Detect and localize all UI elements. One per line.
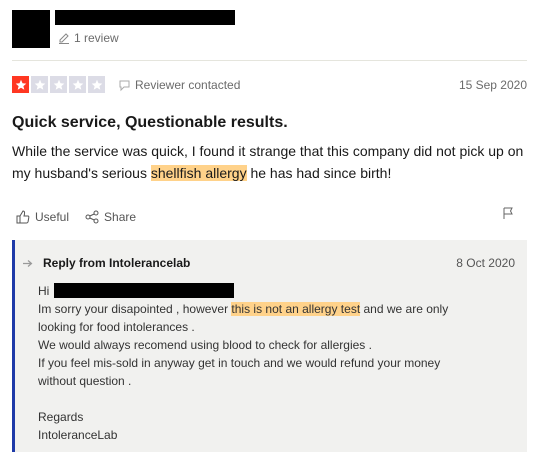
reply-line: without question . bbox=[38, 374, 132, 388]
reply-text: Im sorry your disapointed , however bbox=[38, 302, 232, 316]
star-icon bbox=[50, 76, 67, 93]
review-title: Quick service, Questionable results. bbox=[12, 114, 288, 131]
reply-greeting-line: Hi bbox=[38, 282, 518, 300]
star-icon bbox=[69, 76, 86, 93]
star-rating bbox=[12, 76, 105, 93]
reply-line: looking for food intolerances . bbox=[38, 320, 195, 334]
reply-date: 8 Oct 2020 bbox=[456, 256, 515, 270]
reply-line: If you feel mis-sold in anyway get in to… bbox=[38, 356, 441, 370]
useful-label: Useful bbox=[35, 210, 70, 224]
chat-icon bbox=[119, 80, 130, 91]
thumbs-up-icon bbox=[16, 210, 30, 224]
reply-arrow-icon bbox=[23, 259, 33, 267]
review-body: While the service was quick, I found it … bbox=[12, 140, 524, 184]
pencil-icon bbox=[59, 33, 69, 44]
review-body-text-end: he has had since birth! bbox=[246, 165, 392, 181]
reply-heading: Reply from Intolerancelab bbox=[23, 256, 190, 270]
share-button[interactable]: Share bbox=[85, 210, 136, 224]
company-reply: Reply from Intolerancelab 8 Oct 2020 Hi … bbox=[12, 240, 527, 452]
reply-text-end: and we are only bbox=[360, 302, 449, 316]
reply-line: We would always recomend using blood to … bbox=[38, 338, 372, 352]
reply-signoff: Regards bbox=[38, 410, 84, 424]
divider bbox=[12, 60, 527, 61]
star-icon bbox=[88, 76, 105, 93]
star-icon bbox=[31, 76, 48, 93]
contacted-label: Reviewer contacted bbox=[135, 78, 241, 92]
share-icon bbox=[85, 210, 99, 224]
reply-greeting: Hi bbox=[38, 284, 50, 298]
review-body-highlight: shellfish allergy bbox=[150, 165, 247, 181]
useful-button[interactable]: Useful bbox=[16, 210, 69, 224]
recipient-name-redacted bbox=[54, 283, 235, 298]
reviewer-contacted-status: Reviewer contacted bbox=[118, 78, 240, 92]
reply-highlight: this is not an allergy test bbox=[231, 302, 361, 316]
reply-heading-text: Reply from Intolerancelab bbox=[43, 256, 191, 270]
reply-company: IntoleranceLab bbox=[38, 428, 118, 442]
share-label: Share bbox=[104, 210, 137, 224]
review-count: 1 review bbox=[58, 31, 119, 45]
star-icon bbox=[12, 76, 29, 93]
review-count-text: 1 review bbox=[74, 31, 119, 45]
reply-body: Hi Im sorry your disapointed , however t… bbox=[38, 282, 518, 444]
reply-line: Im sorry your disapointed , however this… bbox=[38, 300, 518, 318]
reviewer-avatar-redacted[interactable] bbox=[12, 10, 50, 48]
flag-icon[interactable] bbox=[501, 206, 515, 220]
review-date: 15 Sep 2020 bbox=[458, 78, 527, 92]
review-actions: Useful Share bbox=[16, 210, 136, 224]
reviewer-name-redacted[interactable] bbox=[55, 10, 235, 25]
